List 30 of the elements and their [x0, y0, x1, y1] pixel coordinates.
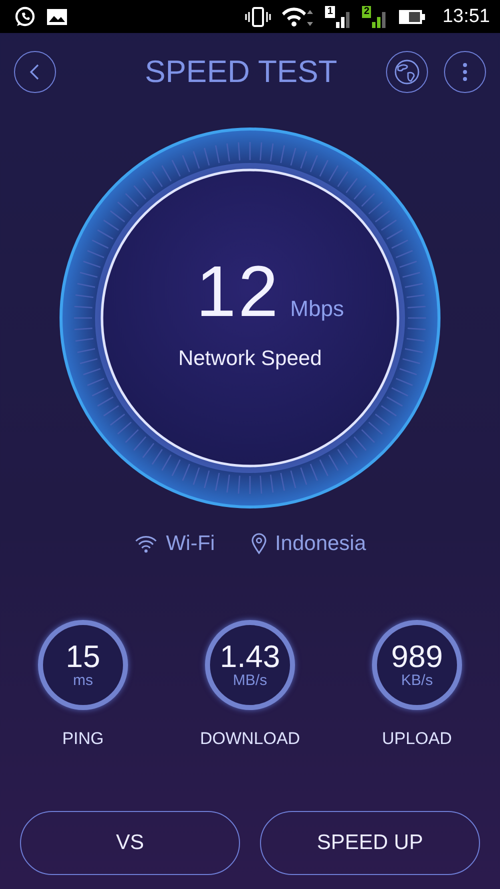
location-name: Indonesia — [274, 532, 366, 556]
menu-button[interactable] — [444, 50, 486, 92]
wifi-icon — [281, 6, 316, 28]
stat-label: DOWNLOAD — [200, 729, 300, 749]
sim-number: 2 — [362, 6, 372, 18]
back-button[interactable] — [14, 50, 56, 92]
stat-unit: ms — [73, 673, 93, 689]
gauge-label: Network Speed — [178, 347, 322, 371]
screen-title: SPEED TEST — [144, 54, 338, 90]
globe-icon — [394, 58, 420, 84]
stat-label: UPLOAD — [382, 729, 452, 749]
stat-unit: MB/s — [232, 673, 268, 689]
sim-number: 1 — [325, 6, 335, 18]
stat-label: PING — [62, 729, 104, 749]
stat-value: 989 — [391, 641, 443, 673]
action-button[interactable]: SPEED UP — [260, 811, 480, 875]
stat-value: 1.43 — [220, 641, 280, 673]
whatsapp-icon — [14, 6, 36, 28]
speed-value: 12 — [196, 251, 280, 333]
battery-icon — [398, 8, 426, 26]
network-type: Wi-Fi — [166, 532, 215, 556]
action-button[interactable]: VS — [20, 811, 240, 875]
more-icon — [462, 62, 468, 82]
image-icon — [46, 8, 68, 26]
vibrate-icon — [245, 6, 272, 28]
stat-value: 15 — [66, 641, 100, 673]
globe-button[interactable] — [386, 50, 428, 92]
stat-unit: KB/s — [401, 673, 433, 689]
clock-time: 13:51 — [442, 6, 490, 28]
speed-unit: Mbps — [290, 296, 344, 322]
